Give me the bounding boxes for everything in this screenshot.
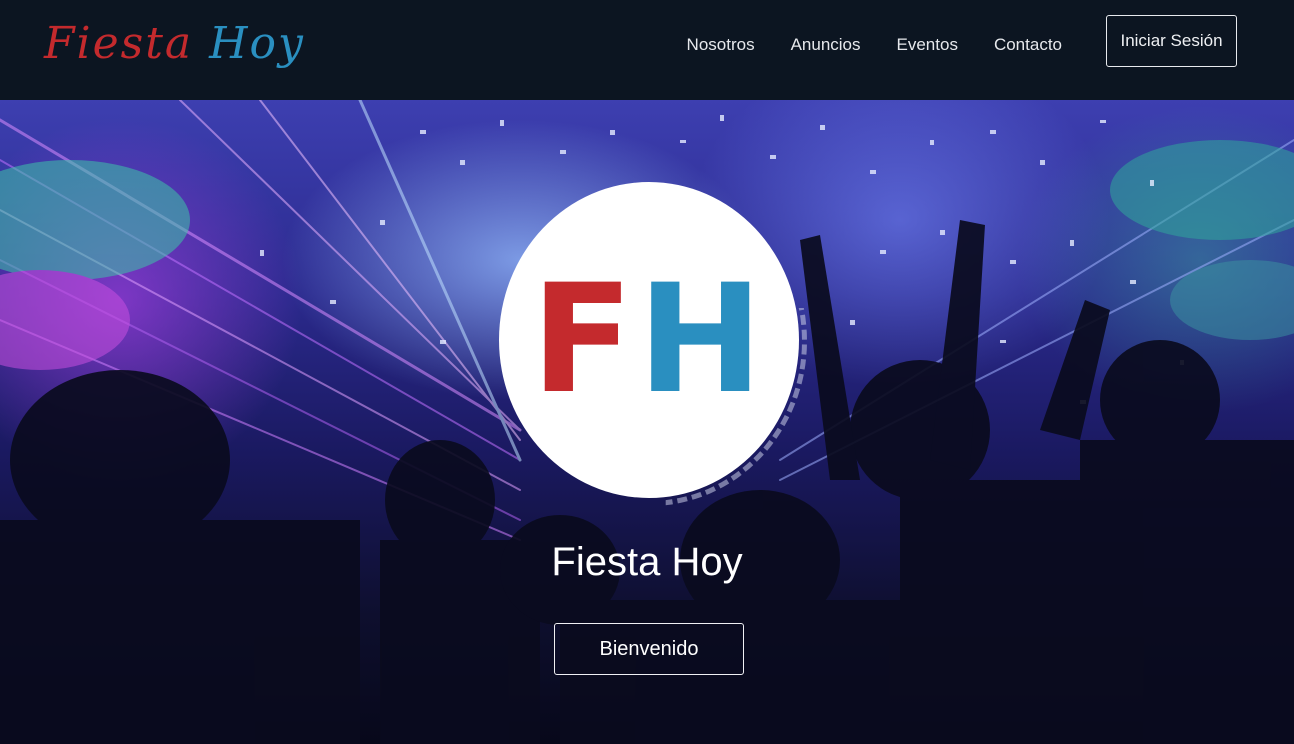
hero-section: FH Fiesta Hoy Bienvenido — [0, 100, 1294, 744]
logo-letter-f: F — [530, 253, 638, 427]
brand-word-hoy: Hoy — [209, 18, 305, 69]
nav-link-anuncios[interactable]: Anuncios — [791, 35, 861, 55]
hero-logo: FH — [499, 182, 799, 498]
nav-link-eventos[interactable]: Eventos — [897, 35, 958, 55]
nav-link-nosotros[interactable]: Nosotros — [687, 35, 755, 55]
brand-word-fiesta: Fiesta — [44, 18, 194, 69]
welcome-button[interactable]: Bienvenido — [554, 623, 744, 675]
nav-link-contacto[interactable]: Contacto — [994, 35, 1062, 55]
navbar: Fiesta Hoy Nosotros Anuncios Eventos Con… — [0, 0, 1294, 100]
hero-logo-letters: FH — [531, 265, 767, 415]
login-button[interactable]: Iniciar Sesión — [1106, 15, 1237, 67]
brand-logo[interactable]: Fiesta Hoy — [44, 12, 305, 82]
logo-letter-h: H — [637, 253, 767, 427]
nav-links: Nosotros Anuncios Eventos Contacto — [687, 0, 1062, 90]
hero-title: Fiesta Hoy — [551, 540, 743, 584]
